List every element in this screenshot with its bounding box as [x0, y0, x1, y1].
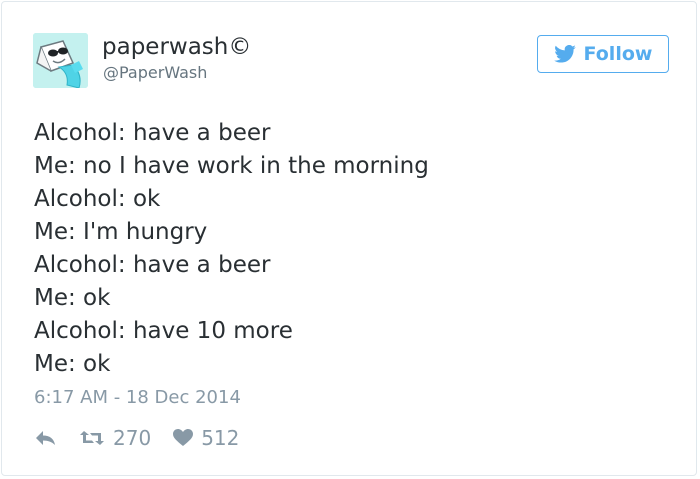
follow-button-label: Follow [583, 43, 653, 65]
retweet-count: 270 [113, 426, 152, 450]
author-avatar[interactable] [33, 33, 88, 88]
like-count: 512 [201, 426, 240, 450]
tweet-line: Me: I'm hungry [34, 219, 208, 245]
author-handle[interactable]: @PaperWash [103, 63, 207, 83]
reply-button[interactable] [35, 430, 57, 446]
tweet-actions: 270 512 [35, 425, 239, 451]
reply-icon [36, 431, 55, 445]
tweet-line: Alcohol: have a beer [34, 252, 271, 278]
tweet-line: Alcohol: ok [34, 186, 161, 212]
tweet-line: Alcohol: have a beer [34, 120, 271, 146]
tweet-timestamp[interactable]: 6:17 AM - 18 Dec 2014 [34, 386, 241, 410]
heart-icon [173, 429, 194, 446]
twitter-bird-icon [553, 45, 576, 63]
tweet-line: Me: ok [34, 351, 111, 377]
author-display-name[interactable]: paperwash© [102, 33, 251, 61]
retweet-icon [80, 431, 104, 445]
tweet-card: paperwash© @PaperWash Follow Alcohol: ha… [1, 1, 697, 476]
retweet-button[interactable]: 270 [79, 425, 151, 451]
like-button[interactable]: 512 [173, 425, 239, 451]
toilet-paper-mascot-icon [33, 33, 88, 88]
tweet-text: Alcohol: have a beer Me: no I have work … [34, 117, 429, 381]
tweet-line: Alcohol: have 10 more [34, 318, 293, 344]
follow-button[interactable]: Follow [537, 35, 669, 73]
tweet-line: Me: no I have work in the morning [34, 153, 429, 179]
tweet-line: Me: ok [34, 285, 111, 311]
